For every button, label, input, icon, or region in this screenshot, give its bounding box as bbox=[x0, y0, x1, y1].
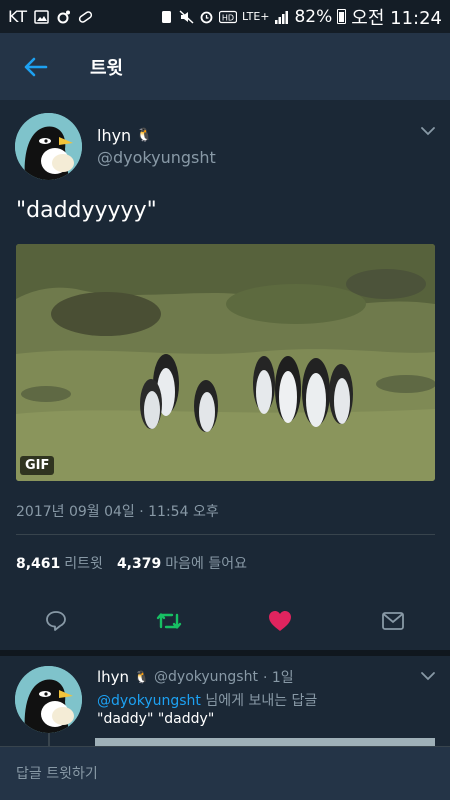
reply-author-handle: @dyokyungsht bbox=[154, 669, 258, 685]
clock: 오전 11:24 bbox=[351, 7, 442, 29]
status-bar: KT HD LTE+ 82% 오전 11:24 bbox=[0, 0, 450, 33]
like-stat[interactable]: 4,379 마음에 들어요 bbox=[117, 553, 247, 573]
back-button[interactable] bbox=[18, 49, 54, 85]
direct-message-button[interactable] bbox=[376, 604, 410, 638]
reply-composer bbox=[0, 746, 450, 800]
gif-badge: GIF bbox=[20, 456, 55, 475]
reply-icon bbox=[46, 611, 66, 631]
alarm-icon bbox=[200, 11, 213, 23]
mute-icon bbox=[179, 9, 194, 24]
tweet-stats: 8,461 리트윗 4,379 마음에 들어요 bbox=[16, 553, 247, 573]
network-label: LTE+ bbox=[241, 10, 270, 23]
avatar[interactable] bbox=[15, 113, 82, 180]
lock-screen-icon bbox=[161, 10, 171, 23]
tweet-text: "daddyyyyy" bbox=[16, 198, 157, 223]
app-bar: 트윗 bbox=[0, 33, 450, 100]
retweet-count: 8,461 bbox=[16, 556, 61, 572]
battery-icon bbox=[337, 9, 347, 24]
like-label: 마음에 들어요 bbox=[165, 556, 247, 572]
penguin-avatar-image bbox=[15, 666, 82, 733]
tweet-media-gif[interactable]: GIF bbox=[16, 244, 435, 481]
svg-text:HD: HD bbox=[222, 13, 234, 22]
replying-to: @dyokyungsht 님에게 보내는 답글 bbox=[97, 690, 317, 710]
sync-icon bbox=[57, 10, 71, 23]
reply-chevron-down-icon[interactable] bbox=[420, 671, 436, 681]
reply-time: · 1일 bbox=[262, 670, 294, 686]
pill-icon bbox=[78, 10, 93, 23]
page-title: 트윗 bbox=[90, 57, 124, 79]
penguin-badge-icon: 🐧 bbox=[134, 670, 150, 684]
reply-author-name: lhyn bbox=[97, 668, 130, 686]
replying-to-suffix: 님에게 보내는 답글 bbox=[200, 693, 318, 709]
reply-button[interactable] bbox=[39, 604, 73, 638]
like-button[interactable] bbox=[263, 604, 297, 638]
retweet-icon bbox=[156, 613, 182, 629]
tweet-timestamp: 2017년 09월 04일 · 11:54 오후 bbox=[16, 504, 219, 520]
divider bbox=[16, 534, 435, 535]
retweet-stat[interactable]: 8,461 리트윗 bbox=[16, 553, 103, 573]
hd-icon: HD bbox=[218, 10, 237, 23]
author-name[interactable]: lhyn 🐧 bbox=[97, 126, 152, 145]
author-name-text: lhyn bbox=[97, 126, 132, 145]
battery-percent: 82% bbox=[294, 6, 333, 27]
author-handle[interactable]: @dyokyungsht bbox=[97, 148, 216, 167]
chevron-down-icon[interactable] bbox=[420, 126, 436, 136]
reply-header[interactable]: lhyn 🐧 @dyokyungsht · 1일 bbox=[97, 667, 294, 687]
carrier-label: KT bbox=[8, 7, 28, 26]
like-count: 4,379 bbox=[116, 556, 162, 572]
section-separator bbox=[0, 650, 450, 656]
tweet-actions bbox=[0, 604, 450, 638]
arrow-left-icon bbox=[24, 57, 48, 76]
penguin-badge-icon: 🐧 bbox=[136, 128, 153, 143]
thread-line bbox=[48, 733, 50, 747]
reply-mention-link[interactable]: @dyokyungsht bbox=[97, 693, 201, 709]
penguins-gif-image bbox=[16, 244, 435, 481]
retweet-button[interactable] bbox=[152, 604, 186, 638]
reply-avatar[interactable] bbox=[15, 666, 82, 733]
reply-media[interactable] bbox=[95, 738, 435, 746]
retweet-label: 리트윗 bbox=[64, 556, 103, 572]
penguin-avatar-image bbox=[15, 113, 82, 180]
signal-icon bbox=[275, 10, 289, 24]
heart-icon bbox=[269, 611, 291, 631]
envelope-icon bbox=[382, 612, 404, 630]
reply-text: "daddy" "daddy" bbox=[97, 711, 215, 727]
reply-input[interactable] bbox=[16, 763, 416, 785]
gallery-icon bbox=[34, 9, 49, 24]
